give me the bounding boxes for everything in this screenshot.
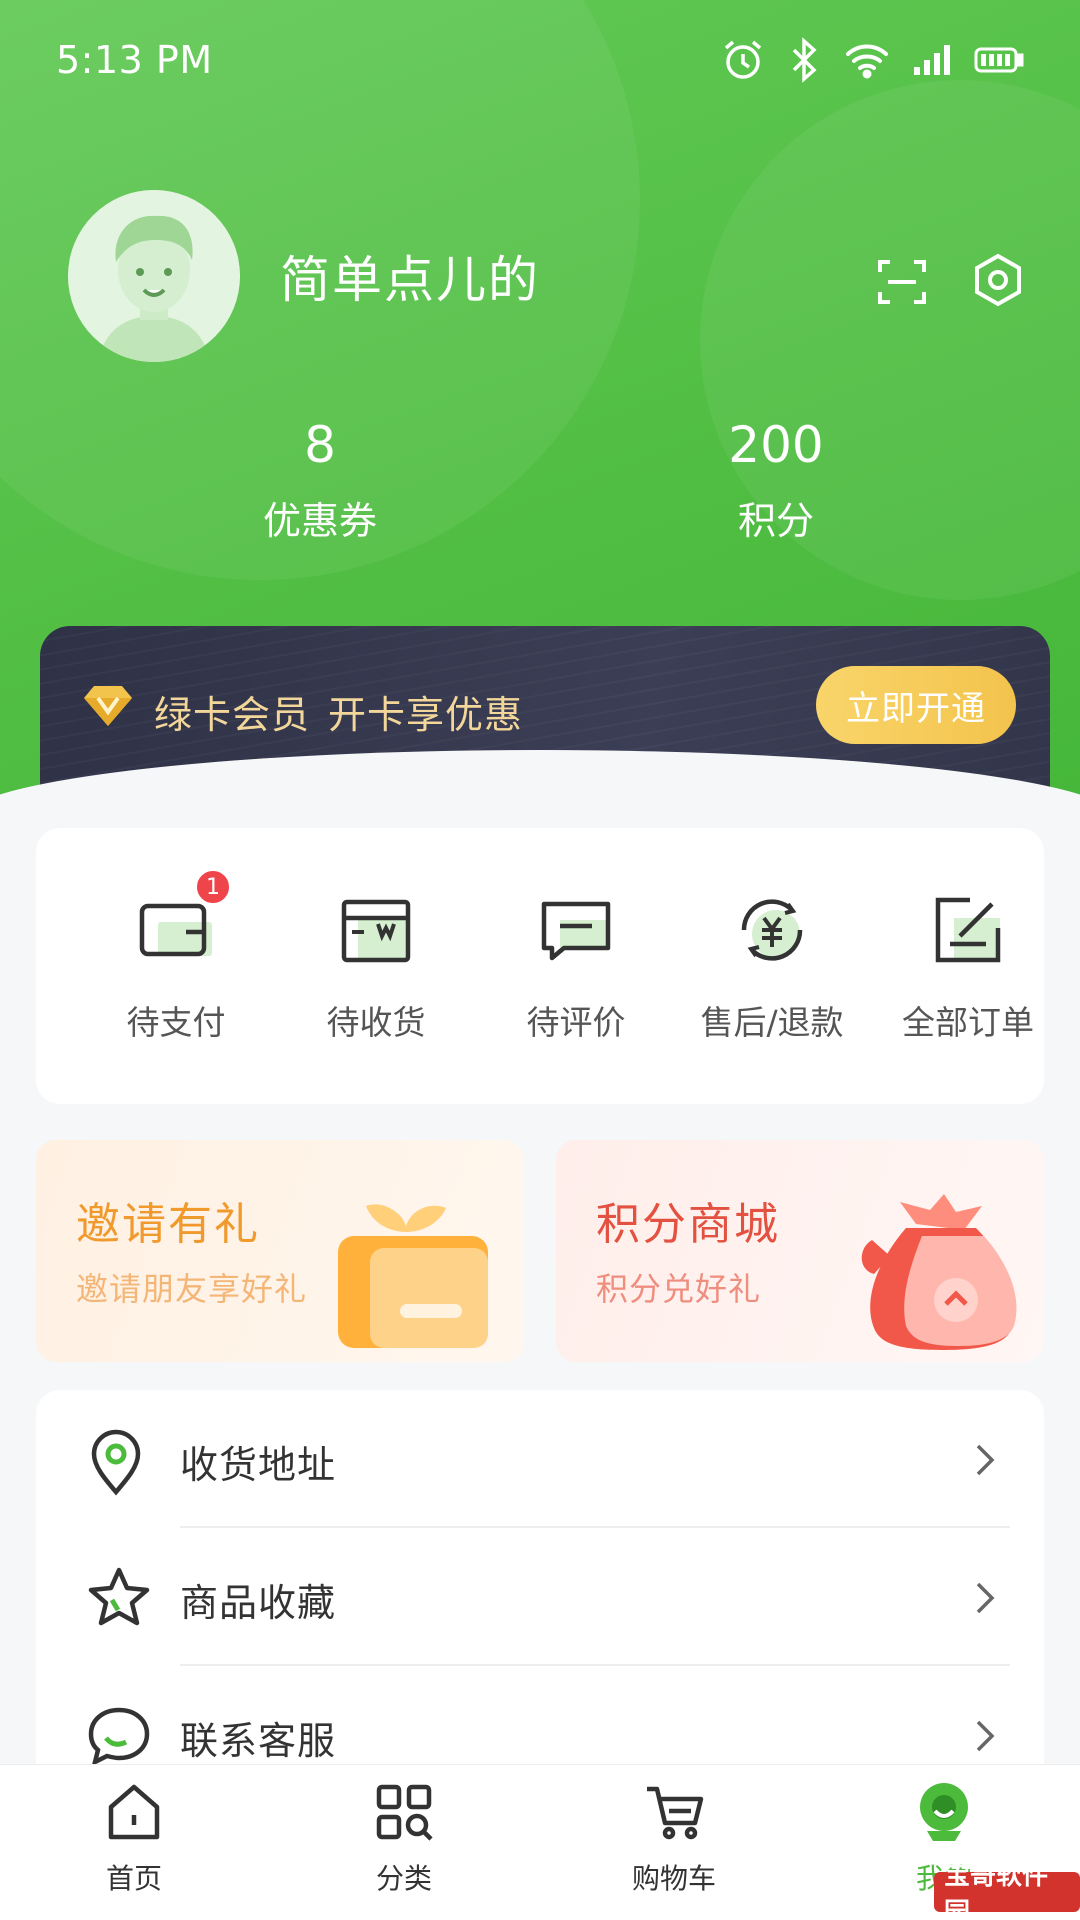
profile-icon bbox=[920, 1783, 968, 1841]
category-icon bbox=[376, 1784, 433, 1841]
menu-label: 收货地址 bbox=[180, 1443, 337, 1487]
vip-subtitle: 开卡享优惠 bbox=[328, 693, 524, 737]
order-after-sales[interactable]: 售后/退款 bbox=[672, 892, 872, 1044]
chevron-right-icon bbox=[976, 1444, 995, 1476]
stat-label: 优惠券 bbox=[262, 499, 377, 543]
alarm-icon bbox=[724, 40, 762, 79]
menu-item-favorites[interactable]: 商品收藏 bbox=[36, 1528, 1044, 1666]
promo-subtitle: 积分兑好礼 bbox=[596, 1270, 762, 1308]
orders-card: 1 待支付 待收货 待评价 售后/退款 全部订单 bbox=[36, 828, 1044, 1104]
location-pin-icon bbox=[91, 1429, 141, 1496]
menu-label: 联系客服 bbox=[180, 1719, 337, 1763]
promo-subtitle: 邀请朋友享好礼 bbox=[76, 1270, 308, 1308]
status-bar: 5:13 PM bbox=[0, 0, 1080, 120]
bluetooth-icon bbox=[792, 37, 817, 83]
stat-coupons[interactable]: 8 优惠券 bbox=[170, 410, 470, 556]
settings-button[interactable] bbox=[970, 252, 1026, 312]
stat-value: 200 bbox=[728, 416, 824, 474]
avatar[interactable] bbox=[68, 190, 240, 362]
comment-icon bbox=[538, 892, 614, 968]
order-label: 待支付 bbox=[126, 1003, 226, 1042]
gift-box-icon bbox=[338, 1204, 488, 1348]
wifi-icon bbox=[846, 44, 888, 79]
tab-cart[interactable]: 购物车 bbox=[594, 1781, 754, 1897]
chat-bubble-icon bbox=[88, 1707, 150, 1767]
wallet-icon: 1 bbox=[138, 868, 232, 968]
promo-title: 积分商城 bbox=[596, 1199, 780, 1250]
stats-row: 8 优惠券 200 积分 bbox=[0, 410, 1080, 560]
order-label: 售后/退款 bbox=[700, 1003, 844, 1042]
star-icon bbox=[88, 1567, 150, 1626]
promo-invite-card[interactable]: 邀请有礼 邀请朋友享好礼 bbox=[36, 1140, 524, 1362]
order-pending-payment[interactable]: 1 待支付 bbox=[76, 868, 276, 1044]
promo-title: 邀请有礼 bbox=[76, 1199, 260, 1250]
stat-points[interactable]: 200 积分 bbox=[626, 410, 926, 556]
settings-menu: 收货地址 商品收藏 联系客服 bbox=[36, 1390, 1044, 1770]
vip-title: 绿卡会员 开卡享优惠 bbox=[154, 684, 523, 739]
diamond-icon bbox=[84, 686, 132, 726]
money-bag-icon bbox=[861, 1194, 1017, 1350]
menu-label: 商品收藏 bbox=[180, 1581, 337, 1625]
stat-label: 积分 bbox=[737, 499, 814, 543]
chevron-right-icon bbox=[976, 1582, 995, 1614]
tab-label: 分类 bbox=[375, 1862, 432, 1895]
stat-value: 8 bbox=[304, 416, 336, 474]
order-label: 待评价 bbox=[526, 1003, 626, 1042]
orders-icon bbox=[930, 892, 1006, 968]
battery-icon bbox=[974, 47, 1024, 73]
tab-home[interactable]: 首页 bbox=[54, 1781, 214, 1897]
scan-icon bbox=[878, 260, 926, 304]
username[interactable]: 简单点儿的 bbox=[280, 240, 540, 312]
order-pending-delivery[interactable]: 待收货 bbox=[276, 892, 476, 1044]
home-icon bbox=[108, 1784, 160, 1840]
profile-header[interactable]: 简单点儿的 bbox=[68, 190, 540, 362]
menu-item-address[interactable]: 收货地址 bbox=[36, 1390, 1044, 1528]
cart-icon bbox=[647, 1786, 704, 1840]
status-icons bbox=[720, 37, 1024, 83]
scan-button[interactable] bbox=[876, 256, 928, 312]
order-all[interactable]: 全部订单 bbox=[868, 892, 1068, 1044]
refund-icon bbox=[734, 892, 810, 968]
package-icon bbox=[338, 892, 414, 968]
order-badge: 1 bbox=[194, 868, 232, 906]
status-time: 5:13 PM bbox=[56, 38, 213, 82]
order-pending-review[interactable]: 待评价 bbox=[476, 892, 676, 1044]
order-label: 待收货 bbox=[326, 1003, 426, 1042]
promo-points-mall-card[interactable]: 积分商城 积分兑好礼 bbox=[556, 1140, 1044, 1362]
signal-icon bbox=[914, 45, 950, 75]
bottom-tab-bar: 首页 分类 购物车 我的 bbox=[0, 1764, 1080, 1920]
watermark: 宝哥软件园 bbox=[934, 1861, 1080, 1920]
tab-label: 购物车 bbox=[631, 1862, 716, 1895]
vip-activate-button[interactable]: 立即开通 bbox=[816, 666, 1016, 744]
chevron-right-icon bbox=[976, 1720, 995, 1752]
settings-hexagon-icon bbox=[975, 253, 1021, 307]
menu-item-customer-service[interactable]: 联系客服 bbox=[36, 1666, 1044, 1770]
tab-category[interactable]: 分类 bbox=[324, 1781, 484, 1897]
order-label: 全部订单 bbox=[902, 1003, 1034, 1042]
vip-title-text: 绿卡会员 bbox=[154, 693, 311, 737]
tab-label: 首页 bbox=[105, 1862, 162, 1895]
